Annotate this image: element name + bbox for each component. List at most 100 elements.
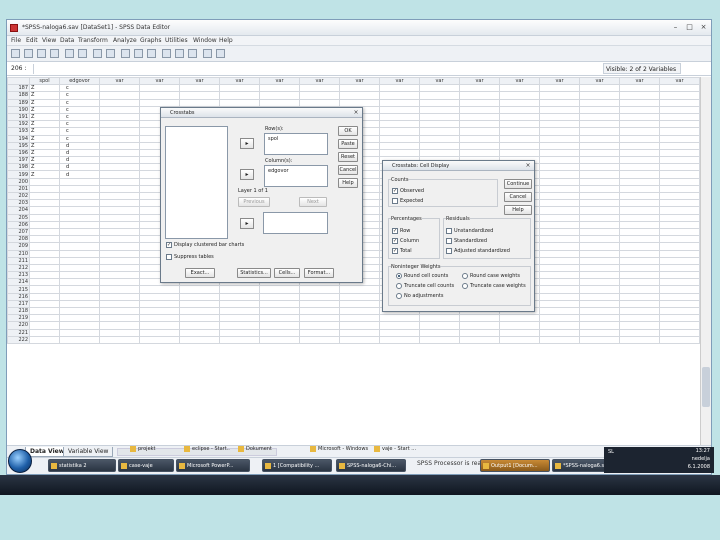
- empty-cell[interactable]: [659, 256, 700, 265]
- truncate-case-radio[interactable]: [462, 283, 468, 289]
- empty-cell[interactable]: [219, 306, 260, 316]
- row-number[interactable]: 220: [7, 321, 30, 330]
- empty-cell[interactable]: [579, 191, 620, 201]
- empty-cell[interactable]: [499, 84, 540, 93]
- cell-edgovor[interactable]: c: [59, 127, 100, 136]
- empty-cell[interactable]: [579, 148, 620, 158]
- cell-spol[interactable]: [29, 278, 60, 287]
- row-number[interactable]: 217: [7, 299, 30, 309]
- empty-cell[interactable]: [619, 271, 660, 280]
- empty-cell[interactable]: [139, 328, 180, 337]
- cell-spol[interactable]: [29, 206, 60, 215]
- find-icon[interactable]: [121, 49, 130, 58]
- maximize-button[interactable]: □: [684, 23, 695, 32]
- empty-cell[interactable]: [259, 285, 300, 294]
- insert-case-icon[interactable]: [134, 49, 143, 58]
- empty-cell[interactable]: [339, 84, 380, 93]
- empty-cell[interactable]: [459, 148, 500, 158]
- empty-cell[interactable]: [419, 105, 460, 114]
- empty-cell[interactable]: [659, 292, 700, 301]
- empty-cell[interactable]: [419, 112, 460, 122]
- continue-button[interactable]: Continue: [504, 179, 532, 189]
- empty-cell[interactable]: [419, 321, 460, 330]
- empty-cell[interactable]: [579, 91, 620, 100]
- row-number[interactable]: 219: [7, 314, 30, 323]
- round-cell-radio[interactable]: [396, 273, 402, 279]
- empty-cell[interactable]: [99, 256, 140, 265]
- taskbar-item-active[interactable]: Output1 [Docum...: [480, 459, 550, 472]
- empty-cell[interactable]: [99, 199, 140, 208]
- cell-edgovor[interactable]: [59, 213, 100, 222]
- columns-list[interactable]: edgovor: [264, 165, 328, 187]
- empty-cell[interactable]: [619, 177, 660, 186]
- select-cases-icon[interactable]: [188, 49, 197, 58]
- empty-cell[interactable]: [299, 285, 340, 294]
- empty-cell[interactable]: [99, 335, 140, 344]
- row-number[interactable]: 203: [7, 199, 30, 208]
- empty-cell[interactable]: [339, 91, 380, 100]
- empty-cell[interactable]: [379, 335, 420, 344]
- empty-cell[interactable]: [539, 271, 580, 280]
- cell-spol[interactable]: [29, 191, 60, 201]
- column-header[interactable]: var: [499, 77, 540, 86]
- empty-cell[interactable]: [179, 98, 220, 107]
- empty-cell[interactable]: [179, 285, 220, 294]
- empty-cell[interactable]: [99, 134, 140, 143]
- empty-cell[interactable]: [139, 84, 180, 93]
- empty-cell[interactable]: [379, 141, 420, 150]
- empty-cell[interactable]: [379, 105, 420, 114]
- empty-cell[interactable]: [579, 299, 620, 309]
- empty-cell[interactable]: [539, 120, 580, 129]
- cell-edgovor[interactable]: [59, 191, 100, 201]
- empty-cell[interactable]: [619, 306, 660, 316]
- column-header[interactable]: var: [139, 77, 180, 86]
- empty-cell[interactable]: [539, 148, 580, 158]
- cell-edgovor[interactable]: [59, 299, 100, 309]
- empty-cell[interactable]: [99, 127, 140, 136]
- empty-cell[interactable]: [459, 335, 500, 344]
- menu-help[interactable]: Help: [219, 37, 233, 44]
- cell-spol[interactable]: Z: [29, 134, 60, 143]
- empty-cell[interactable]: [619, 170, 660, 179]
- cell-spol[interactable]: Z: [29, 120, 60, 129]
- empty-cell[interactable]: [579, 328, 620, 337]
- empty-cell[interactable]: [539, 163, 580, 172]
- cell-spol[interactable]: [29, 235, 60, 244]
- column-header[interactable]: var: [379, 77, 420, 86]
- empty-cell[interactable]: [579, 199, 620, 208]
- cell-spol[interactable]: [29, 335, 60, 344]
- empty-cell[interactable]: [99, 227, 140, 237]
- cell-spol[interactable]: [29, 271, 60, 280]
- cell-edgovor[interactable]: [59, 321, 100, 330]
- empty-cell[interactable]: [379, 120, 420, 129]
- empty-cell[interactable]: [619, 141, 660, 150]
- close-icon[interactable]: ×: [524, 162, 532, 169]
- empty-cell[interactable]: [579, 84, 620, 93]
- row-number[interactable]: 210: [7, 249, 30, 258]
- empty-cell[interactable]: [619, 235, 660, 244]
- empty-cell[interactable]: [619, 292, 660, 301]
- cell-edgovor[interactable]: [59, 256, 100, 265]
- empty-cell[interactable]: [99, 321, 140, 330]
- empty-cell[interactable]: [539, 314, 580, 323]
- cell-edgovor[interactable]: [59, 271, 100, 280]
- empty-cell[interactable]: [379, 127, 420, 136]
- empty-cell[interactable]: [459, 120, 500, 129]
- cell-edgovor[interactable]: c: [59, 105, 100, 114]
- row-number[interactable]: 207: [7, 227, 30, 237]
- empty-cell[interactable]: [139, 98, 180, 107]
- empty-cell[interactable]: [219, 335, 260, 344]
- empty-cell[interactable]: [499, 335, 540, 344]
- empty-cell[interactable]: [619, 335, 660, 344]
- cell-edgovor[interactable]: c: [59, 84, 100, 93]
- empty-cell[interactable]: [299, 292, 340, 301]
- empty-cell[interactable]: [539, 292, 580, 301]
- windows-start-icon[interactable]: [8, 449, 32, 473]
- reset-button[interactable]: Reset: [338, 152, 358, 162]
- empty-cell[interactable]: [579, 271, 620, 280]
- empty-cell[interactable]: [499, 148, 540, 158]
- empty-cell[interactable]: [99, 91, 140, 100]
- move-to-columns-arrow-icon[interactable]: ▸: [240, 169, 254, 180]
- cell-spol[interactable]: [29, 227, 60, 237]
- empty-cell[interactable]: [419, 335, 460, 344]
